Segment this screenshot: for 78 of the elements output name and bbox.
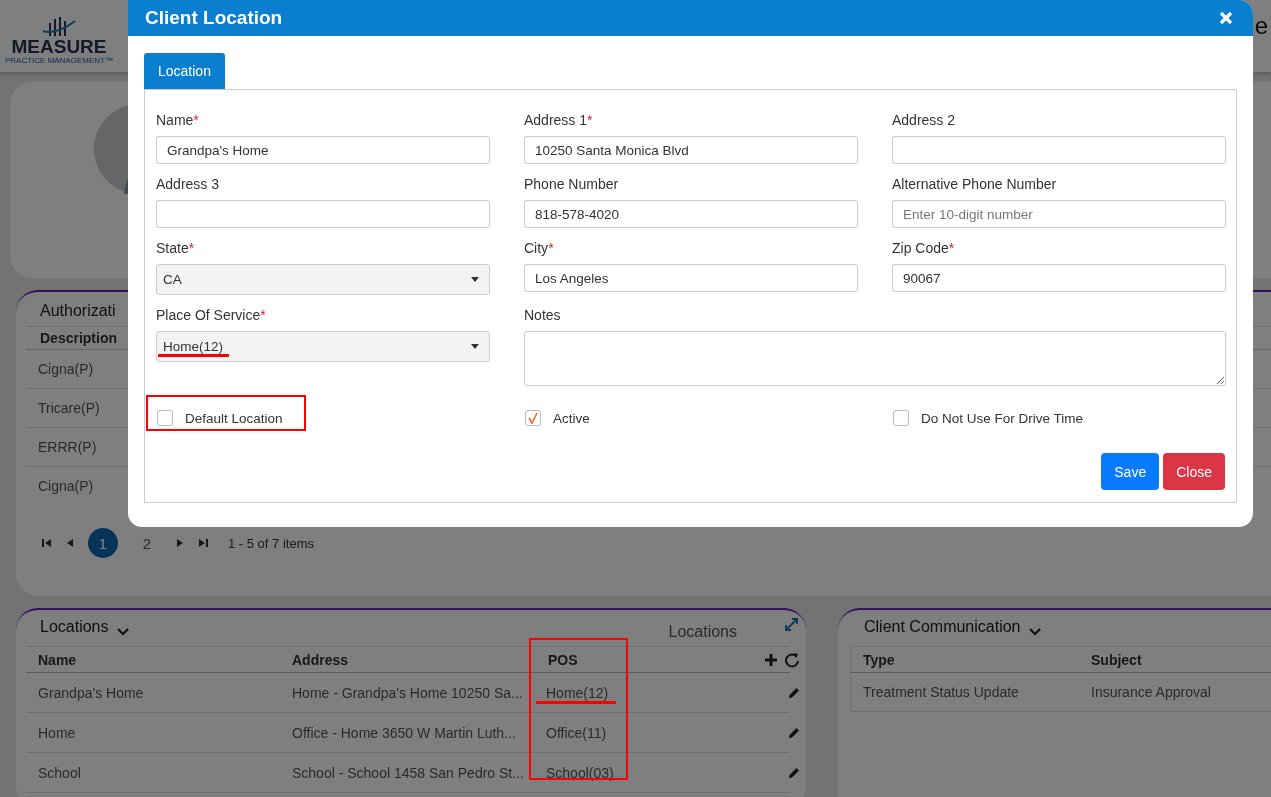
column-header: POS bbox=[547, 651, 579, 668]
tab[interactable]: Location bbox=[144, 53, 225, 89]
dropdown[interactable]: Home(12) bbox=[156, 331, 490, 362]
previous-page-icon[interactable] bbox=[66, 538, 74, 548]
add-icon[interactable] bbox=[764, 652, 778, 667]
edit-icon[interactable] bbox=[788, 766, 800, 779]
table-cell-text: Treatment Status Update bbox=[863, 684, 1020, 700]
input-field[interactable]: 818-578-4020 bbox=[524, 200, 858, 228]
table-cell-text: Home - Grandpa's Home 10250 Sa... bbox=[292, 684, 524, 701]
edit-icon[interactable] bbox=[788, 726, 800, 739]
input-field[interactable]: 90067 bbox=[892, 264, 1226, 292]
input-field[interactable] bbox=[892, 136, 1226, 164]
checkbox[interactable] bbox=[893, 410, 909, 426]
pagination-summary: 1 - 5 of 7 items bbox=[228, 535, 314, 551]
logo-subtext: PRACTICE MANAGEMENT™ bbox=[5, 56, 113, 65]
table-cell-text: Home bbox=[38, 724, 77, 741]
column-header: Type bbox=[863, 651, 896, 668]
field-label: Name* bbox=[156, 111, 200, 130]
card-title: Authorizati bbox=[39, 302, 116, 320]
last-page-icon[interactable] bbox=[198, 538, 208, 548]
dropdown[interactable]: CA bbox=[156, 264, 490, 295]
field-label: Address 3 bbox=[156, 175, 221, 194]
expand-icon[interactable] bbox=[785, 618, 798, 631]
input-field[interactable]: 10250 Santa Monica Blvd bbox=[524, 136, 858, 164]
table-cell-text: Insurance Approval bbox=[1091, 684, 1212, 700]
next-page-icon[interactable] bbox=[176, 538, 184, 548]
field-label: Address 2 bbox=[892, 111, 957, 130]
field-label: City* bbox=[524, 239, 555, 258]
field-label: Address 1* bbox=[524, 111, 594, 130]
close-icon[interactable] bbox=[1219, 11, 1233, 25]
field-label: Place Of Service* bbox=[156, 306, 267, 325]
card-title[interactable]: Client Communication bbox=[850, 618, 1021, 636]
page-title: e bbox=[1254, 12, 1268, 40]
dialog-title: Client Location bbox=[145, 7, 283, 29]
column-header: Name bbox=[38, 651, 78, 668]
column-header: Subject bbox=[1091, 651, 1143, 668]
table-cell-text: School - School 1458 San Pedro St... bbox=[292, 764, 525, 781]
table-cell-text: Home(12) bbox=[545, 684, 610, 701]
page-button[interactable]: 2 bbox=[132, 528, 162, 558]
field-label: Notes bbox=[524, 306, 562, 325]
column-header: Description bbox=[40, 330, 117, 346]
card-title[interactable]: Locations bbox=[26, 618, 109, 636]
logo-chart-icon bbox=[41, 15, 77, 37]
close-button[interactable]: Close bbox=[1163, 453, 1225, 490]
chevron-down-icon[interactable] bbox=[1028, 628, 1041, 636]
table-cell-text: Grandpa's Home bbox=[38, 684, 145, 701]
save-button[interactable]: Save bbox=[1101, 453, 1160, 490]
underline-mark bbox=[158, 354, 229, 357]
caret-icon bbox=[471, 344, 479, 349]
card-caption: Locations bbox=[668, 623, 737, 641]
checkbox[interactable] bbox=[525, 410, 541, 426]
notes-field[interactable] bbox=[524, 331, 1226, 386]
table-cell-text: School(03) bbox=[545, 764, 615, 781]
input-field[interactable] bbox=[156, 200, 490, 228]
edit-icon[interactable] bbox=[788, 686, 800, 699]
table-cell: Cigna(P) bbox=[38, 478, 94, 494]
input-field[interactable]: Enter 10-digit number bbox=[892, 200, 1226, 228]
refresh-icon[interactable] bbox=[784, 651, 800, 668]
table-cell: Cigna(P) bbox=[38, 361, 94, 377]
table-cell: Tricare(P) bbox=[38, 400, 100, 416]
checkbox-label: Active bbox=[553, 410, 590, 426]
table-cell-text: School bbox=[38, 764, 82, 781]
chevron-down-icon[interactable] bbox=[116, 628, 129, 636]
input-field[interactable]: Grandpa's Home bbox=[156, 136, 490, 164]
first-page-icon[interactable] bbox=[42, 538, 52, 548]
table-cell: ERRR(P) bbox=[38, 439, 97, 455]
checkbox-label: Do Not Use For Drive Time bbox=[921, 410, 1084, 426]
field-label: Alternative Phone Number bbox=[892, 175, 1058, 194]
logo-text: MEASURE bbox=[11, 37, 107, 56]
field-label: State* bbox=[156, 239, 196, 258]
input-field[interactable]: Los Angeles bbox=[524, 264, 858, 292]
field-label: Phone Number bbox=[524, 175, 620, 194]
table-cell-text: Office - Home 3650 W Martin Luth... bbox=[292, 724, 517, 741]
table-cell-text: Office(11) bbox=[545, 724, 608, 741]
checkbox[interactable] bbox=[157, 410, 173, 426]
column-header: Address bbox=[292, 651, 350, 668]
field-label: Zip Code* bbox=[892, 239, 956, 258]
checkbox-label: Default Location bbox=[185, 410, 283, 426]
